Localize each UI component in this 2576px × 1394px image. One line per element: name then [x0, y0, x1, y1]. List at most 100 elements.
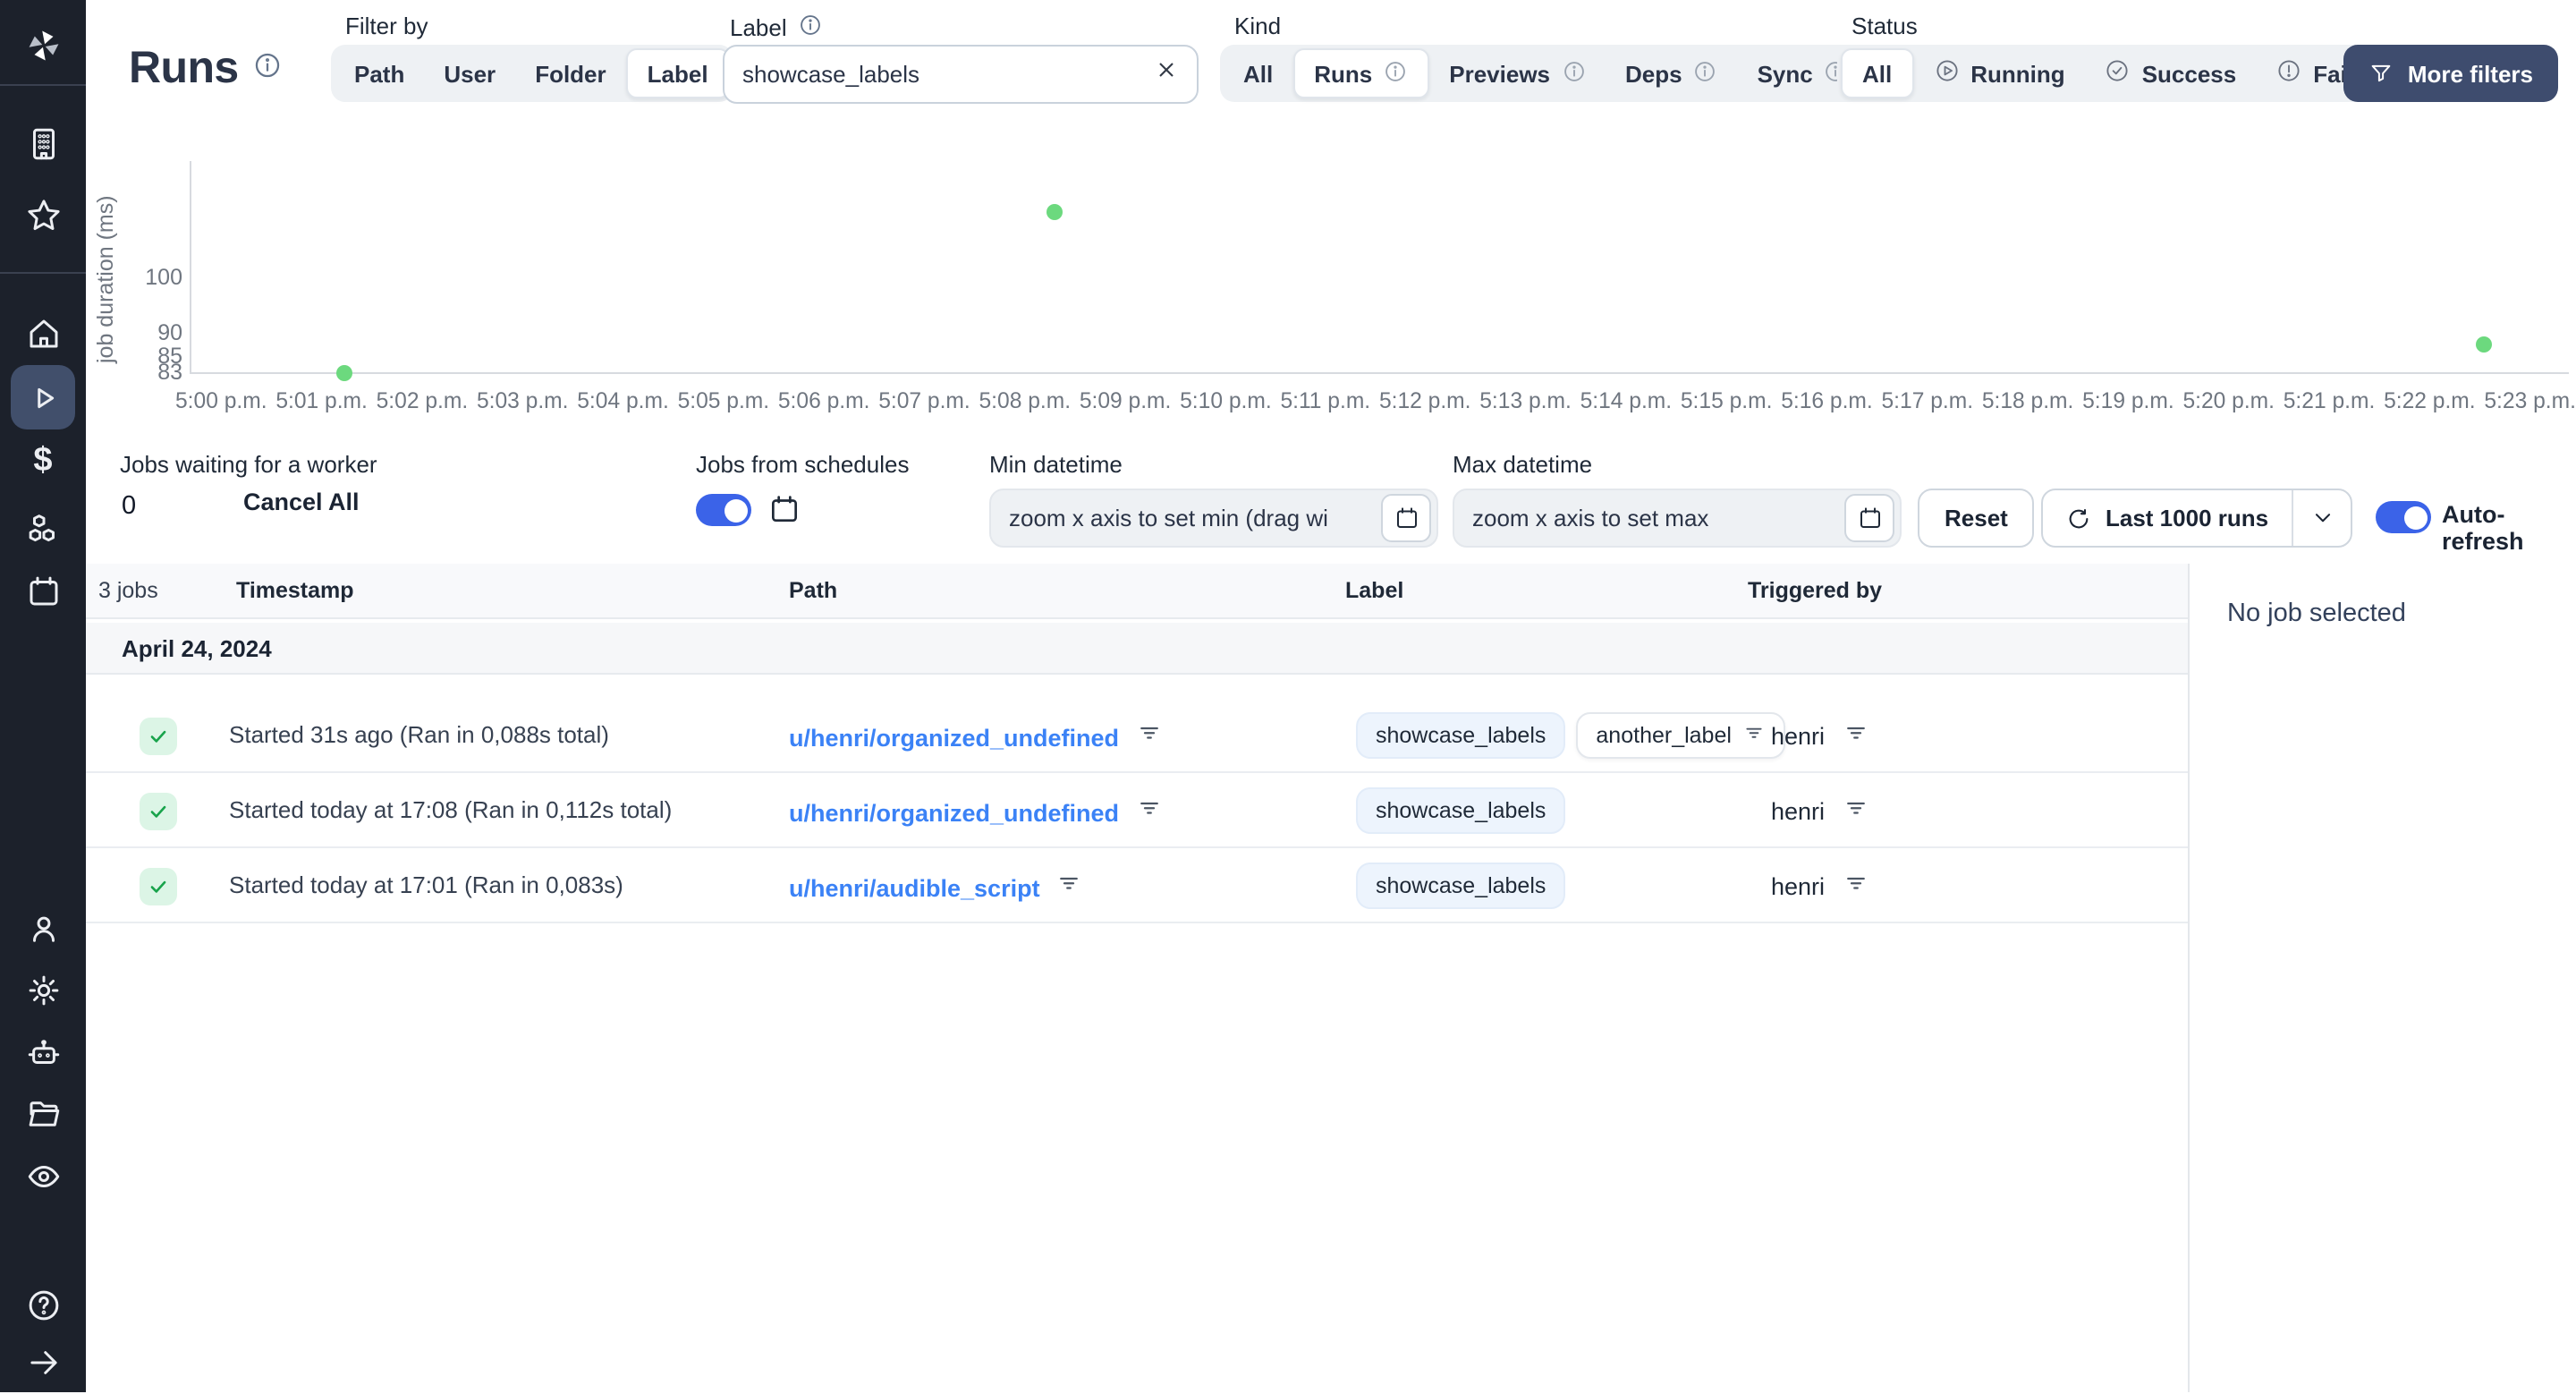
schedules-toggle[interactable] — [696, 494, 751, 526]
schedules-calendar-icon[interactable] — [767, 492, 801, 535]
scatter-point[interactable] — [335, 364, 352, 380]
filter-by-option-folder[interactable]: Folder — [515, 48, 625, 98]
scatter-point[interactable] — [1046, 203, 1063, 220]
run-timestamp: Started today at 17:01 (Ran in 0,083s) — [229, 871, 623, 898]
filter-by-user-icon[interactable] — [1843, 870, 1869, 902]
windmill-logo[interactable] — [11, 13, 75, 77]
y-tick-label: 83 — [157, 360, 182, 385]
kind-option-deps[interactable]: Deps — [1606, 48, 1738, 98]
chart-plot[interactable] — [190, 157, 2569, 380]
runs-info-icon[interactable] — [253, 49, 284, 89]
label-pill[interactable]: another_label — [1576, 712, 1785, 759]
filter-by-path-icon[interactable] — [1056, 870, 1083, 905]
last-runs-button[interactable]: Last 1000 runs — [2043, 490, 2292, 546]
x-tick-label: 5:04 p.m. — [577, 388, 669, 413]
gear-icon[interactable] — [11, 957, 75, 1022]
reset-button[interactable]: Reset — [1918, 489, 2035, 548]
funnel-icon — [2371, 64, 2391, 82]
status-option-running[interactable]: Running — [1913, 48, 2084, 98]
filter-by-user-icon[interactable] — [1843, 795, 1869, 827]
table-row[interactable]: Started today at 17:01 (Ran in 0,083s) u… — [86, 848, 2188, 923]
jobs-waiting-count: 0 — [122, 492, 137, 521]
runs-table-section: 3 jobs Timestamp Path Label Triggered by… — [86, 564, 2576, 1392]
filter-by-path-icon[interactable] — [1135, 795, 1162, 830]
table-row[interactable]: Started 31s ago (Ran in 0,088s total) u/… — [86, 698, 2188, 773]
auto-refresh-toggle[interactable] — [2376, 501, 2431, 533]
min-datetime-input-wrap — [989, 489, 1438, 548]
kind-option-runs[interactable]: Runs — [1292, 48, 1430, 98]
x-tick-label: 5:11 p.m. — [1280, 388, 1371, 413]
chevron-down-icon — [2315, 514, 2330, 523]
eye-icon[interactable] — [11, 1143, 75, 1208]
filter-by-label-icon[interactable] — [1742, 721, 1766, 750]
success-check-icon — [140, 868, 177, 905]
info-icon[interactable] — [1383, 58, 1408, 89]
boxes-icon[interactable] — [11, 496, 75, 560]
scatter-point[interactable] — [2475, 336, 2492, 353]
user-icon[interactable] — [11, 897, 75, 961]
x-tick-label: 5:19 p.m. — [2082, 388, 2174, 413]
label-filter-input-wrap — [723, 45, 1199, 104]
page-title: Runs — [129, 43, 239, 93]
label-info-icon[interactable] — [798, 13, 823, 43]
play-circle-icon — [1933, 57, 1960, 89]
run-path-link[interactable]: u/henri/organized_undefined — [789, 724, 1119, 751]
building-icon[interactable] — [11, 111, 75, 175]
kind-option-previews[interactable]: Previews — [1429, 48, 1606, 98]
max-datetime-calendar-icon[interactable] — [1844, 494, 1894, 542]
main-content: Runs Filter by Path User Folder Label La… — [86, 0, 2576, 1392]
filter-by-user-icon[interactable] — [1843, 719, 1869, 752]
last-runs-split-button: Last 1000 runs — [2041, 489, 2353, 548]
dollar-icon[interactable]: $ — [11, 429, 75, 494]
kind-label: Kind — [1234, 13, 1282, 39]
filter-by-option-label[interactable]: Label — [625, 48, 730, 98]
chart-x-axis-line — [190, 372, 2569, 374]
label-pill[interactable]: showcase_labels — [1356, 712, 1566, 759]
star-icon[interactable] — [11, 183, 75, 247]
filter-by-option-user[interactable]: User — [424, 48, 515, 98]
status-option-success[interactable]: Success — [2085, 48, 2257, 98]
last-runs-dropdown[interactable] — [2293, 490, 2351, 546]
runs-duration-chart[interactable]: job duration (ms) 100 90 85 83 5:00 p.m.… — [86, 157, 2576, 429]
x-tick-label: 5:02 p.m. — [376, 388, 469, 413]
home-icon[interactable] — [11, 301, 75, 365]
min-datetime-input[interactable] — [1009, 505, 1381, 531]
folder-icon[interactable] — [11, 1081, 75, 1145]
clear-label-icon[interactable] — [1154, 57, 1179, 91]
x-tick-label: 5:05 p.m. — [677, 388, 770, 413]
info-icon[interactable] — [1561, 58, 1586, 89]
robot-icon[interactable] — [11, 1020, 75, 1084]
auto-refresh-label: Auto-refresh — [2442, 501, 2524, 555]
run-path-link[interactable]: u/henri/audible_script — [789, 874, 1040, 901]
label-pill[interactable]: showcase_labels — [1356, 787, 1566, 834]
min-datetime-calendar-icon[interactable] — [1381, 494, 1431, 542]
help-icon[interactable] — [11, 1272, 75, 1337]
cancel-all-button[interactable]: Cancel All — [243, 489, 360, 515]
run-path-link[interactable]: u/henri/organized_undefined — [789, 799, 1119, 826]
calendar-icon[interactable] — [11, 558, 75, 623]
run-timestamp: Started 31s ago (Ran in 0,088s total) — [229, 721, 609, 748]
runs-play-icon[interactable] — [11, 365, 75, 429]
more-filters-button[interactable]: More filters — [2343, 45, 2558, 102]
arrow-right-icon[interactable] — [11, 1330, 75, 1394]
controls-row: Jobs waiting for a worker 0 Cancel All J… — [86, 437, 2576, 565]
label-filter-label: Label — [730, 13, 823, 43]
x-tick-label: 5:15 p.m. — [1680, 388, 1773, 413]
x-tick-label: 5:00 p.m. — [175, 388, 267, 413]
dollar-glyph: $ — [33, 442, 53, 480]
info-icon[interactable] — [1693, 58, 1718, 89]
kind-option-all[interactable]: All — [1224, 48, 1292, 98]
filter-by-path-icon[interactable] — [1135, 719, 1162, 755]
alert-circle-icon — [2275, 57, 2302, 89]
x-tick-label: 5:01 p.m. — [275, 388, 368, 413]
sidebar-divider — [0, 84, 86, 86]
filter-by-option-path[interactable]: Path — [335, 48, 424, 98]
y-tick-label: 100 — [145, 265, 182, 290]
status-option-all[interactable]: All — [1841, 48, 1914, 98]
label-filter-input[interactable] — [742, 61, 1154, 88]
x-tick-label: 5:06 p.m. — [777, 388, 870, 413]
refresh-icon — [2069, 508, 2089, 528]
label-pill[interactable]: showcase_labels — [1356, 863, 1566, 909]
table-row[interactable]: Started today at 17:08 (Ran in 0,112s to… — [86, 773, 2188, 848]
max-datetime-input[interactable] — [1472, 505, 1844, 531]
